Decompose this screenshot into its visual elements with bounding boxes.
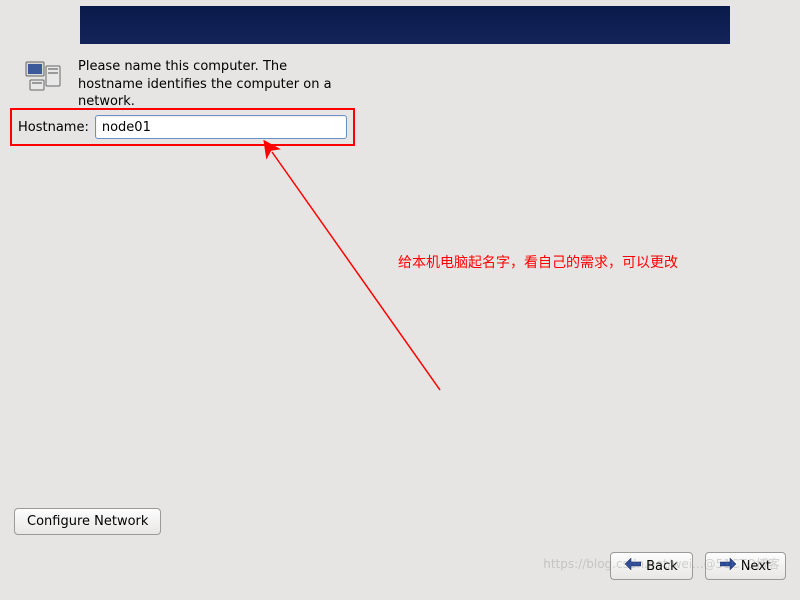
nav-buttons: Back Next: [610, 552, 786, 580]
configure-network-container: Configure Network: [14, 508, 161, 535]
instruction-text: Please name this computer. The hostname …: [78, 58, 338, 111]
hostname-label: Hostname:: [18, 120, 89, 135]
header-banner: [80, 6, 730, 44]
arrow-right-icon: [720, 558, 736, 574]
arrow-left-icon: [625, 558, 641, 574]
hostname-highlight-box: Hostname:: [10, 108, 355, 146]
back-button[interactable]: Back: [610, 552, 693, 580]
hostname-input[interactable]: [95, 115, 347, 139]
annotation-text: 给本机电脑起名字，看自己的需求，可以更改: [398, 252, 678, 272]
back-label: Back: [646, 559, 678, 574]
computer-icon: [24, 58, 64, 94]
next-label: Next: [741, 559, 771, 574]
next-button[interactable]: Next: [705, 552, 786, 580]
content-area: Please name this computer. The hostname …: [24, 58, 338, 111]
configure-network-button[interactable]: Configure Network: [14, 508, 161, 535]
instruction-row: Please name this computer. The hostname …: [24, 58, 338, 111]
